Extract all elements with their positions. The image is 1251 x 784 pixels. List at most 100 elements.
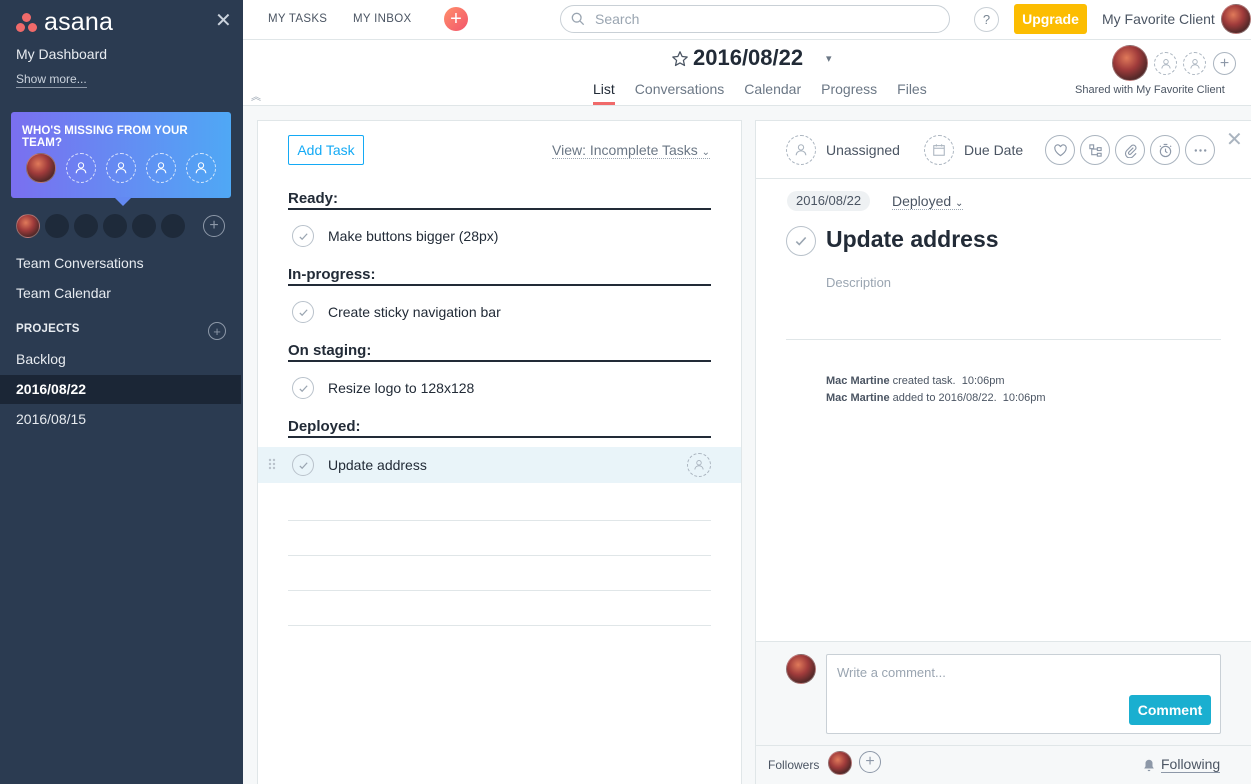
add-project-plus-icon[interactable]: +	[208, 322, 226, 340]
invite-person-icon[interactable]	[106, 153, 136, 183]
comment-button[interactable]: Comment	[1129, 695, 1211, 725]
invite-person-icon[interactable]	[1183, 52, 1206, 75]
task-row[interactable]: Resize logo to 128x128	[258, 370, 741, 406]
assignee-person-icon[interactable]	[687, 453, 711, 477]
check-icon[interactable]	[292, 377, 314, 399]
avatar[interactable]	[26, 153, 56, 183]
help-icon[interactable]: ?	[974, 7, 999, 32]
more-icon[interactable]	[1185, 135, 1215, 165]
search-bar[interactable]	[560, 5, 950, 33]
drag-handle-icon[interactable]	[268, 458, 278, 472]
sidebar-item-team-conversations[interactable]: Team Conversations	[16, 255, 144, 271]
timer-icon[interactable]	[1150, 135, 1180, 165]
close-icon[interactable]: ✕	[215, 8, 232, 33]
asana-logo[interactable]: asana	[16, 8, 113, 37]
following-toggle[interactable]: Following	[1142, 756, 1221, 773]
empty-task-row[interactable]	[288, 555, 711, 556]
show-more-link[interactable]: Show more...	[16, 72, 87, 88]
missing-team-avatars	[26, 153, 216, 183]
my-tasks-link[interactable]: MY TASKS	[268, 13, 327, 25]
org-name[interactable]: My Favorite Client	[1102, 11, 1215, 27]
invite-person-icon[interactable]	[1154, 52, 1177, 75]
followers-label: Followers	[768, 758, 820, 772]
heart-icon[interactable]	[1045, 135, 1075, 165]
collapse-chevron-icon[interactable]: ︽	[251, 88, 261, 103]
sidebar-item-team-calendar[interactable]: Team Calendar	[16, 285, 111, 301]
section-header[interactable]: Deployed:	[288, 418, 711, 438]
calendar-icon[interactable]	[924, 135, 954, 165]
add-member-plus-icon[interactable]: +	[1213, 52, 1236, 75]
task-row[interactable]: Create sticky navigation bar	[258, 294, 741, 330]
section-header[interactable]: On staging:	[288, 342, 711, 362]
avatar[interactable]	[1221, 4, 1251, 34]
section-dropdown[interactable]: Deployed ⌄	[892, 193, 964, 210]
view-filter-dropdown[interactable]: View: Incomplete Tasks ⌄	[552, 142, 711, 159]
check-icon[interactable]	[292, 225, 314, 247]
task-row[interactable]: Make buttons bigger (28px)	[258, 218, 741, 254]
empty-task-row[interactable]	[288, 590, 711, 591]
assignee-label[interactable]: Unassigned	[826, 142, 900, 158]
star-icon[interactable]	[671, 50, 689, 68]
due-date-label[interactable]: Due Date	[964, 142, 1023, 158]
comment-box[interactable]: Comment	[826, 654, 1221, 734]
task-name[interactable]: Update address	[328, 457, 427, 473]
empty-task-row[interactable]	[288, 625, 711, 626]
sidebar-item-dashboard[interactable]: My Dashboard	[16, 46, 107, 62]
tab-conversations[interactable]: Conversations	[635, 81, 725, 105]
tab-files[interactable]: Files	[897, 81, 927, 105]
check-icon[interactable]	[292, 454, 314, 476]
project-pill[interactable]: 2016/08/22	[787, 191, 871, 211]
sidebar-item-2016-08-15[interactable]: 2016/08/15	[0, 405, 241, 434]
sidebar-item-backlog[interactable]: Backlog	[0, 345, 241, 374]
invite-person-icon[interactable]	[146, 153, 176, 183]
check-icon[interactable]	[786, 226, 816, 256]
empty-task-row[interactable]	[288, 520, 711, 521]
avatar[interactable]	[828, 751, 852, 775]
avatar[interactable]	[1112, 45, 1148, 81]
activity-user[interactable]: Mac Martine	[826, 392, 890, 404]
avatar[interactable]	[16, 214, 40, 238]
sidebar-item-2016-08-22[interactable]: 2016/08/22	[0, 375, 241, 404]
activity-user[interactable]: Mac Martine	[826, 375, 890, 387]
comment-area: Comment	[756, 641, 1251, 745]
add-follower-plus-icon[interactable]: +	[859, 751, 881, 773]
task-name[interactable]: Create sticky navigation bar	[328, 304, 501, 320]
team-member-placeholder	[103, 214, 127, 238]
task-title[interactable]: Update address	[826, 226, 999, 253]
search-input[interactable]	[595, 11, 925, 27]
close-icon[interactable]: ✕	[1226, 127, 1243, 152]
add-member-plus-icon[interactable]: +	[203, 215, 225, 237]
comment-input[interactable]	[837, 665, 1207, 687]
task-name[interactable]: Make buttons bigger (28px)	[328, 228, 498, 244]
tab-list[interactable]: List	[593, 81, 615, 105]
tab-progress[interactable]: Progress	[821, 81, 877, 105]
attachment-icon[interactable]	[1115, 135, 1145, 165]
project-title[interactable]: 2016/08/22	[693, 45, 803, 71]
search-icon	[571, 12, 585, 26]
subtask-icon[interactable]	[1080, 135, 1110, 165]
invite-person-icon[interactable]	[66, 153, 96, 183]
shared-with-label: Shared with My Favorite Client	[1075, 84, 1225, 96]
my-inbox-link[interactable]: MY INBOX	[353, 13, 411, 25]
avatar	[786, 654, 816, 684]
add-task-button[interactable]: Add Task	[288, 135, 364, 165]
chevron-down-icon[interactable]: ▾	[826, 52, 832, 65]
followers-bar: Followers + Following	[756, 745, 1251, 784]
section-header[interactable]: In-progress:	[288, 266, 711, 286]
section-header[interactable]: Ready:	[288, 190, 711, 210]
team-member-placeholder	[132, 214, 156, 238]
assignee-person-icon[interactable]	[786, 135, 816, 165]
task-row[interactable]: Update address	[258, 447, 741, 483]
team-member-placeholder	[74, 214, 98, 238]
quick-add-plus-icon[interactable]: +	[444, 7, 468, 31]
following-label: Following	[1161, 756, 1221, 773]
description-field[interactable]: Description	[826, 275, 891, 290]
missing-team-card[interactable]: WHO'S MISSING FROM YOUR TEAM?	[11, 112, 231, 206]
invite-person-icon[interactable]	[186, 153, 216, 183]
task-name[interactable]: Resize logo to 128x128	[328, 380, 474, 396]
check-icon[interactable]	[292, 301, 314, 323]
tab-calendar[interactable]: Calendar	[744, 81, 801, 105]
upgrade-button[interactable]: Upgrade	[1014, 4, 1087, 34]
view-filter-label: View: Incomplete Tasks	[552, 142, 698, 158]
sidebar: asana ✕ My Dashboard Show more... WHO'S …	[0, 0, 243, 784]
